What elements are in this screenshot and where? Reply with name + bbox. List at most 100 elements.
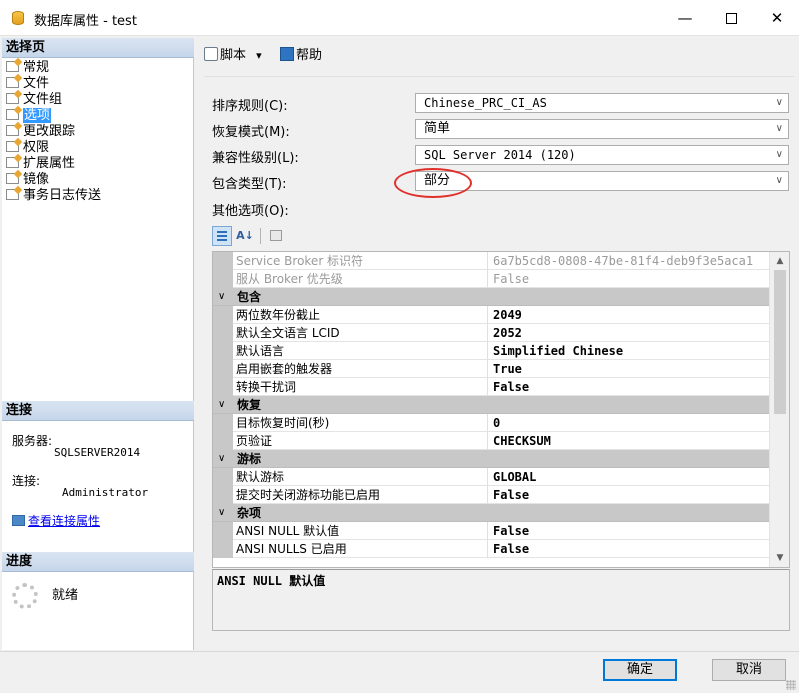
page-item-label: 更改跟踪	[23, 124, 76, 139]
property-name: 服从 Broker 优先级	[233, 270, 488, 288]
title-bar: 数据库属性 - test — ✕	[0, 0, 799, 36]
page-icon	[6, 109, 19, 120]
scroll-down-icon[interactable]: ▼	[770, 549, 789, 567]
toolbar-divider	[204, 76, 794, 77]
page-icon	[6, 93, 19, 104]
description-title: ANSI NULL 默认值	[217, 574, 326, 588]
close-button[interactable]: ✕	[754, 0, 799, 36]
view-connection-link-text[interactable]: 查看连接属性	[28, 514, 100, 528]
grid-property-row[interactable]: 服从 Broker 优先级 False	[213, 270, 769, 288]
alphabetical-view-button[interactable]: A↓	[235, 226, 255, 246]
grid-property-row[interactable]: 默认游标 GLOBAL	[213, 468, 769, 486]
property-pages-button[interactable]	[266, 226, 286, 246]
grid-category-row[interactable]: ∨ 杂项	[213, 504, 769, 522]
property-value[interactable]: False	[489, 486, 769, 504]
page-item-label: 权限	[23, 140, 50, 155]
server-value: SQLSERVER2014	[54, 446, 141, 459]
property-name: 提交时关闭游标功能已启用	[233, 486, 488, 504]
property-value[interactable]: 0	[489, 414, 769, 432]
property-value[interactable]: CHECKSUM	[489, 432, 769, 450]
property-value[interactable]: False	[489, 540, 769, 558]
chevron-down-icon: ∨	[775, 97, 783, 108]
view-connection-properties-link[interactable]: 查看连接属性	[12, 512, 100, 529]
progress-status: 就绪	[52, 588, 79, 603]
property-value[interactable]: GLOBAL	[489, 468, 769, 486]
grid-toolbar-divider	[260, 228, 261, 244]
grid-property-row[interactable]: 提交时关闭游标功能已启用 False	[213, 486, 769, 504]
scrollbar-thumb[interactable]	[774, 270, 786, 414]
property-name: 目标恢复时间(秒)	[233, 414, 488, 432]
grid-property-row[interactable]: Service Broker 标识符 6a7b5cd8-0808-47be-81f…	[213, 252, 769, 270]
page-item-label: 常规	[23, 60, 50, 75]
row-margin	[213, 414, 233, 432]
page-item[interactable]: 常规	[6, 60, 101, 76]
resize-grip-icon[interactable]	[786, 680, 796, 690]
categorized-icon	[217, 231, 227, 241]
compatibility-level-value: SQL Server 2014 (120)	[424, 148, 576, 162]
categorized-view-button[interactable]	[212, 226, 232, 246]
page-item[interactable]: 文件组	[6, 92, 101, 108]
containment-type-label: 包含类型(T):	[212, 177, 287, 192]
property-value[interactable]: False	[489, 378, 769, 396]
chevron-down-icon: ∨	[775, 175, 783, 186]
grid-property-row[interactable]: 默认全文语言 LCID 2052	[213, 324, 769, 342]
page-item[interactable]: 选项	[6, 108, 101, 124]
grid-property-row[interactable]: 页验证 CHECKSUM	[213, 432, 769, 450]
property-value[interactable]: False	[489, 522, 769, 540]
page-item[interactable]: 事务日志传送	[6, 188, 101, 204]
property-value[interactable]: Simplified Chinese	[489, 342, 769, 360]
property-value[interactable]: 2052	[489, 324, 769, 342]
row-margin	[213, 324, 233, 342]
maximize-button[interactable]	[708, 0, 754, 36]
grid-property-row[interactable]: 启用嵌套的触发器 True	[213, 360, 769, 378]
collation-combo[interactable]: Chinese_PRC_CI_AS ∨	[415, 93, 789, 113]
connection-value: Administrator	[62, 486, 149, 499]
ok-button[interactable]: 确定	[603, 659, 677, 681]
property-value[interactable]: 6a7b5cd8-0808-47be-81f4-deb9f3e5aca1	[489, 252, 769, 270]
help-label: 帮助	[296, 48, 323, 63]
page-item[interactable]: 更改跟踪	[6, 124, 101, 140]
cancel-button[interactable]: 取消	[712, 659, 786, 681]
property-name: 启用嵌套的触发器	[233, 360, 488, 378]
page-icon	[6, 173, 19, 184]
page-icon	[6, 77, 19, 88]
vertical-scrollbar[interactable]: ▲ ▼	[769, 252, 789, 567]
property-grid[interactable]: Service Broker 标识符 6a7b5cd8-0808-47be-81f…	[212, 251, 790, 568]
script-label: 脚本	[220, 48, 247, 63]
page-item[interactable]: 权限	[6, 140, 101, 156]
grid-property-row[interactable]: ANSI NULLS 已启用 False	[213, 540, 769, 558]
row-margin	[213, 378, 233, 396]
compatibility-level-combo[interactable]: SQL Server 2014 (120) ∨	[415, 145, 789, 165]
grid-category-row[interactable]: ∨ 游标	[213, 450, 769, 468]
script-button[interactable]: 脚本 ▾	[204, 46, 262, 66]
grid-category-row[interactable]: ∨ 恢复	[213, 396, 769, 414]
page-item[interactable]: 镜像	[6, 172, 101, 188]
help-button[interactable]: 帮助	[280, 46, 322, 66]
page-item-label: 事务日志传送	[23, 188, 102, 203]
scroll-up-icon[interactable]: ▲	[770, 252, 789, 270]
sort-alpha-icon: A↓	[236, 229, 254, 242]
row-margin	[213, 360, 233, 378]
database-icon	[12, 11, 24, 25]
recovery-model-combo[interactable]: 简单 ∨	[415, 119, 789, 139]
grid-property-row[interactable]: 转换干扰词 False	[213, 378, 769, 396]
row-margin	[213, 432, 233, 450]
grid-property-row[interactable]: 目标恢复时间(秒) 0	[213, 414, 769, 432]
page-item-label: 镜像	[23, 172, 50, 187]
property-value[interactable]: True	[489, 360, 769, 378]
page-item-label: 文件组	[23, 92, 63, 107]
property-value[interactable]: 2049	[489, 306, 769, 324]
grid-property-row[interactable]: 两位数年份截止 2049	[213, 306, 769, 324]
collation-value: Chinese_PRC_CI_AS	[424, 96, 547, 110]
help-icon	[280, 47, 294, 61]
grid-property-row[interactable]: 默认语言 Simplified Chinese	[213, 342, 769, 360]
property-value[interactable]: False	[489, 270, 769, 288]
minimize-button[interactable]: —	[662, 0, 708, 36]
page-item[interactable]: 扩展属性	[6, 156, 101, 172]
page-list: 常规 文件 文件组 选项 更改跟踪 权限 扩展属性 镜像 事务日志传送	[6, 60, 101, 204]
grid-property-row[interactable]: ANSI NULL 默认值 False	[213, 522, 769, 540]
grid-category-row[interactable]: ∨ 包含	[213, 288, 769, 306]
script-dropdown-icon[interactable]: ▾	[256, 49, 262, 62]
window-title: 数据库属性 - test	[34, 14, 137, 29]
page-item[interactable]: 文件	[6, 76, 101, 92]
